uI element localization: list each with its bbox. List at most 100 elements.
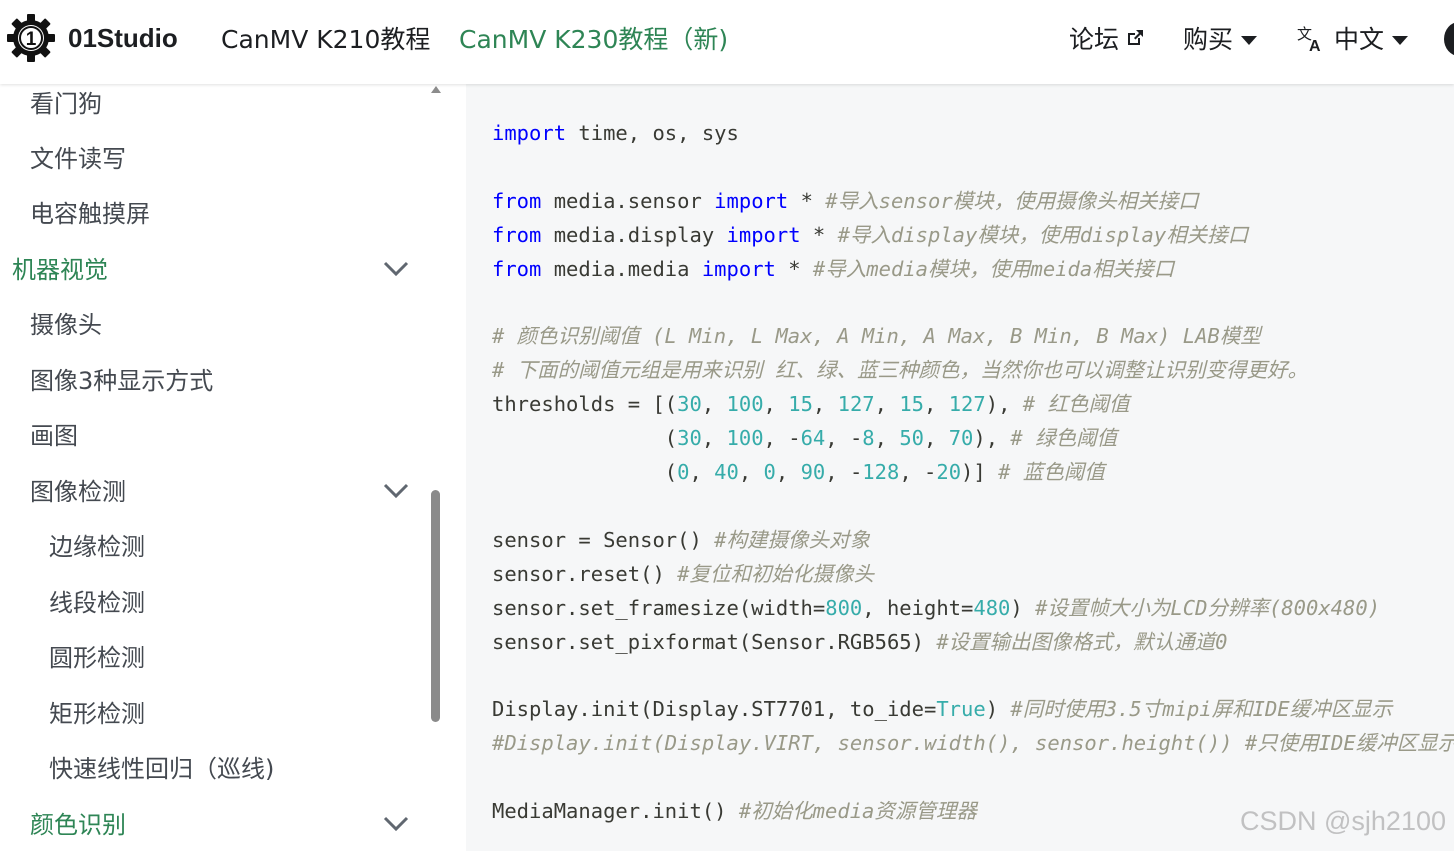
code-token: media.display (541, 222, 727, 247)
buy-label: 购买 (1183, 25, 1234, 54)
sidebar-item-line-regression[interactable]: 快速线性回归（巡线) (49, 747, 274, 791)
code-line: from media.media import * #导入media模块，使用m… (492, 252, 1174, 286)
code-token: 8 (862, 426, 875, 451)
code-token: #设置帧大小为LCD分辨率(800x480) (1035, 595, 1381, 620)
code-token: , (763, 392, 789, 417)
code-token: , (738, 460, 764, 484)
code-token: Display.init(Display.ST7701, to_ide= (492, 697, 937, 722)
top-navbar: 1 01Studio CanMV K210教程 CanMV K230教程（新) … (0, 0, 1454, 84)
brand-link[interactable]: 1 01Studio (6, 12, 178, 64)
code-token: , (874, 392, 900, 417)
sidebar-item-file-io[interactable]: 文件读写 (30, 137, 126, 181)
code-block: import time, os, sys from media.sensor im… (466, 84, 1454, 851)
sidebar-item-edge-detection[interactable]: 边缘检测 (49, 525, 145, 569)
nav-link-k210[interactable]: CanMV K210教程 (221, 20, 430, 56)
code-token: , (874, 426, 900, 451)
code-token: #复位和初始化摄像头 (677, 561, 874, 586)
code-token: )] (961, 460, 999, 484)
nav-buy-dropdown[interactable]: 购买 (1183, 20, 1258, 56)
caret-down-icon (1392, 35, 1409, 45)
external-link-icon (1128, 30, 1144, 45)
sidebar-item-line-detection[interactable]: 线段检测 (49, 581, 145, 625)
code-token: sensor.set_framesize(width= (492, 595, 826, 620)
code-token: , - (899, 460, 937, 484)
code-line: import time, os, sys (492, 116, 739, 150)
code-token: 30 (677, 426, 702, 451)
sidebar-item-rect-detection[interactable]: 矩形检测 (49, 692, 145, 736)
chevron-down-icon[interactable] (382, 815, 410, 833)
code-token: 100 (726, 426, 764, 451)
sidebar-category-color-recognition[interactable]: 颜色识别 (30, 803, 126, 847)
code-token: from (492, 256, 542, 281)
code-token: 15 (788, 392, 813, 417)
code-line: # 颜色识别阈值 (L Min, L Max, A Min, A Max, B … (492, 319, 1261, 353)
code-token: 100 (726, 392, 764, 417)
code-token: ) (985, 697, 1011, 722)
code-token: , height= (862, 595, 974, 620)
sidebar-item-drawing[interactable]: 画图 (30, 414, 78, 458)
chevron-down-icon[interactable] (382, 482, 410, 500)
code-token: , (701, 392, 727, 417)
code-token: 64 (800, 426, 826, 451)
sidebar-item-watchdog[interactable]: 看门狗 (30, 84, 102, 126)
code-token: # 红色阈值 (1022, 392, 1130, 417)
code-token: 30 (677, 392, 702, 417)
code-token: #构建摄像头对象 (714, 527, 871, 552)
code-token: , (924, 426, 949, 451)
code-token: ( (492, 426, 678, 451)
code-token: 90 (800, 460, 826, 484)
code-token: #同时使用3.5寸mipi屏和IDE缓冲区显示 (1010, 697, 1393, 722)
code-line: sensor.set_framesize(width=800, height=4… (492, 591, 1380, 625)
code-token: import (714, 188, 789, 213)
code-line: Display.init(Display.ST7701, to_ide=True… (492, 692, 1392, 726)
code-token: import (726, 222, 801, 247)
code-token: ), (973, 426, 1011, 451)
nav-forum-link[interactable]: 论坛 (1069, 20, 1145, 56)
code-token: ), (985, 392, 1023, 417)
code-token: , (701, 426, 727, 451)
code-token: 800 (825, 595, 863, 620)
code-token: 480 (973, 595, 1011, 620)
theme-toggle-icon[interactable] (1444, 22, 1454, 56)
sidebar-item-display-modes[interactable]: 图像3种显示方式 (30, 359, 213, 403)
code-token: #Display.init(Display.VIRT, sensor.width… (492, 731, 1454, 756)
code-line: sensor.reset() #复位和初始化摄像头 (492, 557, 874, 591)
code-line: sensor = Sensor() #构建摄像头对象 (492, 523, 870, 557)
chevron-down-icon[interactable] (382, 260, 410, 278)
code-token: sensor.set_pixformat(Sensor.RGB565) (492, 629, 937, 654)
code-token: 128 (862, 460, 900, 484)
code-token: * (800, 222, 838, 247)
code-line: (30, 100, -64, -8, 50, 70), # 绿色阈值 (492, 421, 1117, 455)
code-token: , - (763, 426, 801, 451)
code-token: # 颜色识别阈值 (L Min, L Max, A Min, A Max, B … (492, 324, 1261, 349)
code-token: import (492, 121, 567, 145)
nav-language-dropdown[interactable]: 文 A 中文 (1296, 20, 1409, 56)
code-token: 50 (899, 426, 925, 451)
watermark: CSDN @sjh2100 (1240, 806, 1446, 836)
code-token: , - (825, 460, 863, 484)
sidebar-item-image-detection[interactable]: 图像检测 (30, 470, 126, 514)
code-line: from media.display import * #导入display模块… (492, 218, 1248, 252)
code-token: sensor = Sensor() (492, 527, 715, 552)
svg-text:A: A (1309, 38, 1321, 53)
sidebar-item-camera[interactable]: 摄像头 (30, 303, 102, 347)
code-line: sensor.set_pixformat(Sensor.RGB565) #设置输… (492, 625, 1228, 659)
code-line: (0, 40, 0, 90, -128, -20)] # 蓝色阈值 (492, 455, 1105, 489)
scroll-up-arrow-icon[interactable] (431, 86, 441, 93)
code-token: 0 (763, 460, 776, 484)
nav-link-k230[interactable]: CanMV K230教程（新) (459, 20, 728, 56)
code-token: 40 (714, 460, 739, 484)
code-token: 127 (948, 392, 986, 417)
forum-label: 论坛 (1069, 25, 1120, 54)
code-token: , (775, 460, 801, 484)
brand-title: 01Studio (68, 22, 178, 53)
code-token: # 下面的阈值元组是用来识别 红、绿、蓝三种颜色，当然你也可以调整让识别变得更好… (492, 358, 1309, 383)
sidebar-item-touchscreen[interactable]: 电容触摸屏 (30, 192, 150, 236)
code-token: True (936, 697, 986, 722)
sidebar-category-machine-vision[interactable]: 机器视觉 (12, 248, 108, 292)
gear-logo-icon: 1 (7, 14, 55, 62)
sidebar-item-circle-detection[interactable]: 圆形检测 (49, 636, 145, 680)
language-label: 中文 (1334, 25, 1385, 54)
code-token: * (788, 188, 826, 213)
sidebar-scrollbar-thumb[interactable] (431, 490, 440, 722)
